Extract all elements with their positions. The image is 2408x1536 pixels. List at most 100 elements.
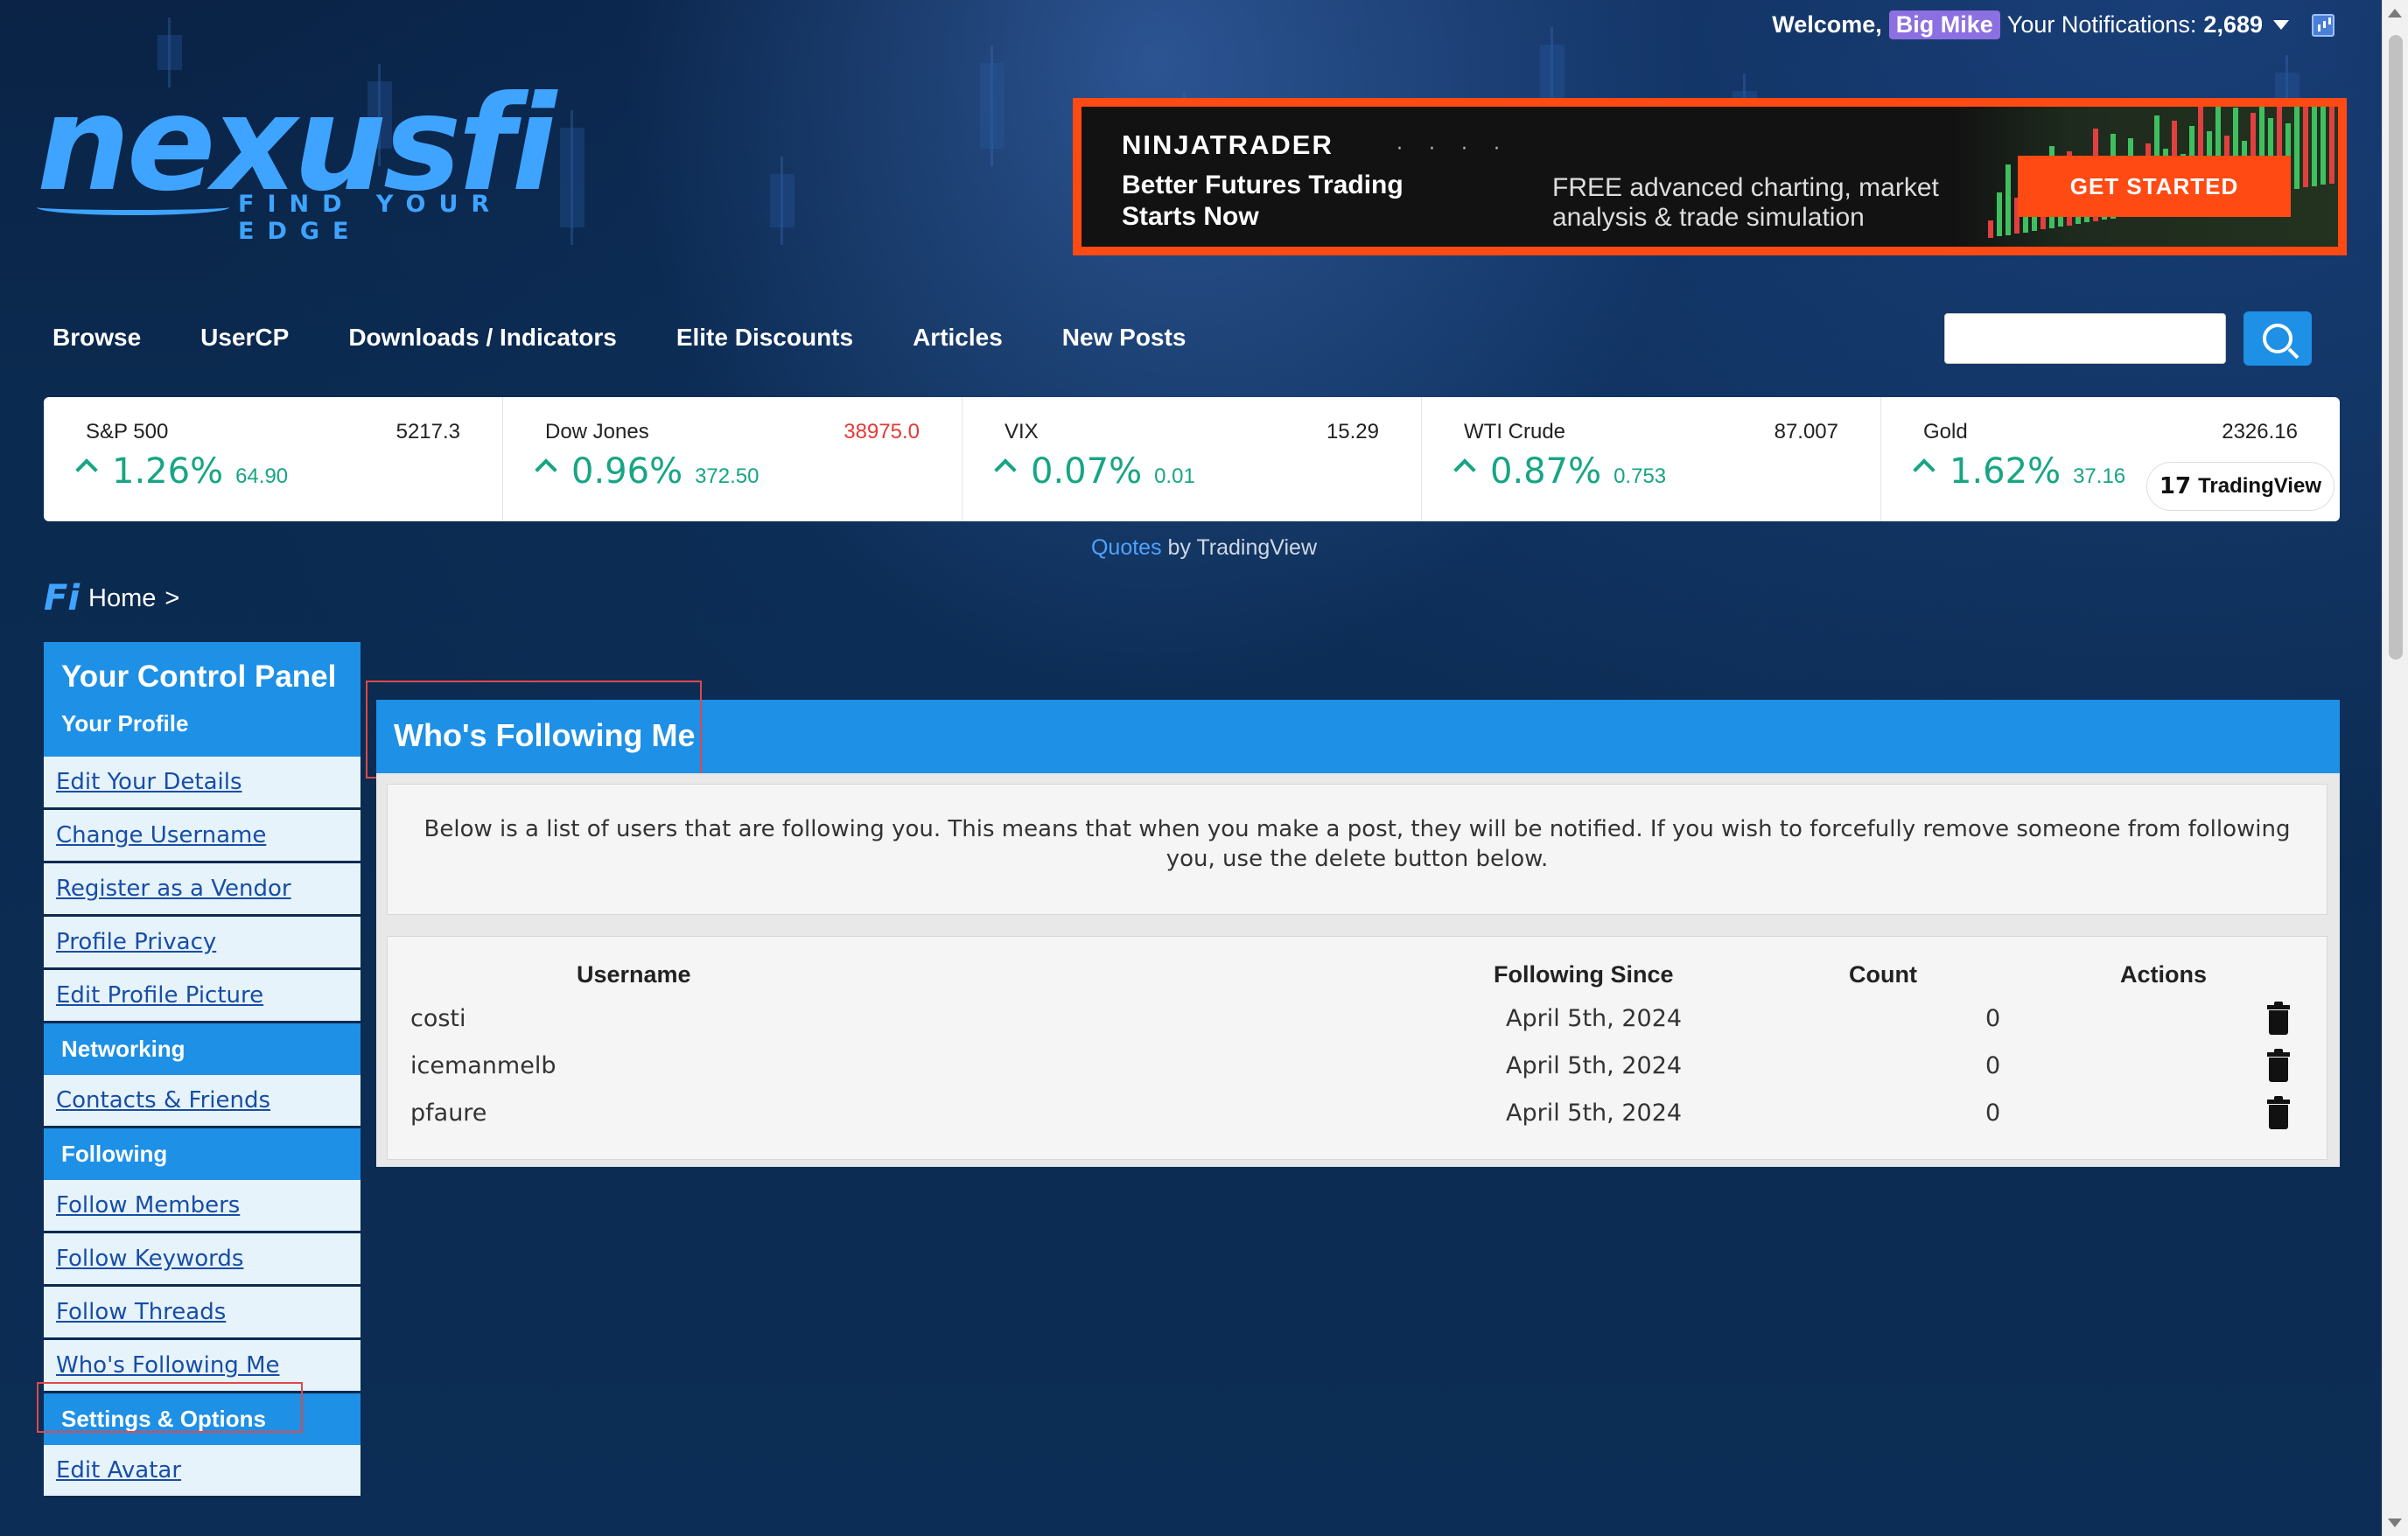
quotes-suffix: by TradingView <box>1161 535 1318 560</box>
logo-tagline: FIND YOUR EDGE <box>238 191 503 245</box>
scroll-down-icon[interactable] <box>2388 1519 2402 1527</box>
ticker-item[interactable]: Gold 2326.16 1.62% 37.16 17 TradingView <box>1881 397 2340 521</box>
nav-elite-discounts[interactable]: Elite Discounts <box>676 324 853 352</box>
sidebar-section-networking: Networking <box>44 1023 360 1075</box>
sidebar-link[interactable]: Follow Members <box>56 1192 240 1218</box>
cell-following-since: April 5th, 2024 <box>1506 1100 1683 1127</box>
table-row: costi April 5th, 2024 0 <box>388 996 2327 1044</box>
ad-description: FREE advanced charting, market analysis … <box>1552 173 1939 232</box>
sidebar-link[interactable]: Follow Threads <box>56 1299 226 1325</box>
sidebar-item-profile-privacy[interactable]: Profile Privacy <box>44 917 360 970</box>
scroll-thumb[interactable] <box>2389 35 2403 660</box>
column-following-since: Following Since <box>1494 961 1674 988</box>
nav-browse[interactable]: Browse <box>52 324 141 352</box>
ticker-change: 1.26% 64.90 <box>75 451 289 492</box>
page-scrollbar[interactable] <box>2382 0 2408 1536</box>
ticker-name: VIX <box>1004 420 1039 443</box>
ticker-absolute: 372.50 <box>695 464 760 488</box>
quotes-link[interactable]: Quotes <box>1091 535 1162 560</box>
nav-articles[interactable]: Articles <box>913 324 1003 352</box>
sidebar-item-follow-threads[interactable]: Follow Threads <box>44 1287 360 1340</box>
sidebar-link[interactable]: Follow Keywords <box>56 1246 243 1272</box>
sidebar-item-follow-keywords[interactable]: Follow Keywords <box>44 1233 360 1287</box>
candle-body <box>980 63 1004 149</box>
sidebar-item-follow-members[interactable]: Follow Members <box>44 1180 360 1233</box>
tradingview-logo-icon: 17 <box>2159 473 2192 499</box>
quotes-attribution: Quotes by TradingView <box>0 535 2408 561</box>
fi-logo-icon[interactable]: Fi <box>44 581 80 616</box>
sidebar-link[interactable]: Contacts & Friends <box>56 1087 270 1114</box>
search-input[interactable] <box>1944 313 2226 364</box>
cell-following-since: April 5th, 2024 <box>1506 1052 1683 1079</box>
sidebar-item-edit-profile-picture[interactable]: Edit Profile Picture <box>44 970 360 1023</box>
nav-downloads[interactable]: Downloads / Indicators <box>348 324 616 352</box>
ticker-change: 0.96% 372.50 <box>535 451 760 492</box>
arrow-up-icon <box>535 458 557 481</box>
username-badge[interactable]: Big Mike <box>1888 10 2000 39</box>
search-button[interactable] <box>2244 311 2312 366</box>
candle-body <box>770 174 794 227</box>
sidebar-link[interactable]: Profile Privacy <box>56 929 216 955</box>
cell-username: icemanmelb <box>410 1052 556 1079</box>
ticker-name: WTI Crude <box>1464 420 1566 443</box>
ad-chart-bar <box>2329 107 2334 184</box>
arrow-up-icon <box>75 458 98 481</box>
ad-content: NINJATRADER ···· Better Futures Trading … <box>1082 107 2338 247</box>
followers-table: Username Following Since Count Actions c… <box>387 936 2328 1160</box>
ticker-item[interactable]: S&P 500 5217.3 1.26% 64.90 <box>44 397 503 521</box>
highlight-box-sidebar <box>37 1382 303 1433</box>
cell-username: pfaure <box>410 1100 487 1127</box>
arrow-up-icon <box>1913 458 1936 481</box>
scroll-up-icon[interactable] <box>2388 9 2402 17</box>
ad-banner[interactable]: NINJATRADER ···· Better Futures Trading … <box>1073 98 2347 255</box>
tradingview-badge[interactable]: 17 TradingView <box>2146 462 2334 511</box>
trash-icon[interactable] <box>2267 1049 2290 1082</box>
candle-body <box>158 35 182 70</box>
sidebar-link[interactable]: Edit Your Details <box>56 769 242 795</box>
sidebar-item-register-vendor[interactable]: Register as a Vendor <box>44 863 360 917</box>
notifications-label: Your Notifications: <box>2006 11 2197 38</box>
ad-chart-bar <box>2312 107 2317 186</box>
ticker-percent: 0.96% <box>571 451 683 492</box>
ticker-item[interactable]: WTI Crude 87.007 0.87% 0.753 <box>1422 397 1881 521</box>
ad-chart-bar <box>2294 107 2300 189</box>
sidebar-link[interactable]: Register as a Vendor <box>56 876 291 902</box>
ticker-absolute: 64.90 <box>235 464 289 488</box>
stats-icon[interactable] <box>2312 13 2334 37</box>
sidebar-section-following: Following <box>44 1128 360 1180</box>
sidebar-item-edit-avatar[interactable]: Edit Avatar <box>44 1445 360 1498</box>
nav-usercp[interactable]: UserCP <box>200 324 289 352</box>
trash-icon[interactable] <box>2267 1096 2290 1129</box>
ad-chart-bar <box>2006 164 2011 235</box>
cell-following-since: April 5th, 2024 <box>1506 1005 1683 1032</box>
nav-new-posts[interactable]: New Posts <box>1062 324 1186 352</box>
ticker-name: Gold <box>1923 420 1968 443</box>
sidebar-item-contacts-friends[interactable]: Contacts & Friends <box>44 1075 360 1128</box>
sidebar-item-edit-your-details[interactable]: Edit Your Details <box>44 757 360 810</box>
get-started-button[interactable]: GET STARTED <box>2018 156 2291 217</box>
table-row: icemanmelb April 5th, 2024 0 <box>388 1044 2327 1091</box>
trash-icon[interactable] <box>2267 1002 2290 1035</box>
ticker-price: 87.007 <box>1774 420 1838 443</box>
tradingview-label: TradingView <box>2198 474 2321 498</box>
ad-chart-bar <box>1997 192 2002 237</box>
sidebar-link[interactable]: Edit Avatar <box>56 1457 181 1484</box>
ticker-item[interactable]: VIX 15.29 0.07% 0.01 <box>962 397 1422 521</box>
search-icon <box>2263 324 2292 353</box>
notifications-count[interactable]: 2,689 <box>2203 11 2263 38</box>
chevron-down-icon[interactable] <box>2273 20 2289 30</box>
table-row: pfaure April 5th, 2024 0 <box>388 1091 2327 1138</box>
control-panel-sidebar: Your Control Panel Your Profile Edit You… <box>44 642 360 1498</box>
ad-chart-bar <box>1988 220 1993 238</box>
ticker-percent: 0.87% <box>1490 451 1602 492</box>
site-logo[interactable]: nexusfi FIND YOUR EDGE <box>37 79 579 245</box>
cell-count: 0 <box>1985 1052 2001 1079</box>
ticker-percent: 1.62% <box>1950 451 2062 492</box>
sidebar-item-change-username[interactable]: Change Username <box>44 810 360 863</box>
cell-username: costi <box>410 1005 466 1032</box>
sidebar-link[interactable]: Who's Following Me <box>56 1352 280 1379</box>
sidebar-link[interactable]: Edit Profile Picture <box>56 982 263 1009</box>
breadcrumb-home[interactable]: Home <box>88 584 156 613</box>
sidebar-link[interactable]: Change Username <box>56 822 266 848</box>
ticker-item[interactable]: Dow Jones 38975.0 0.96% 372.50 <box>503 397 962 521</box>
